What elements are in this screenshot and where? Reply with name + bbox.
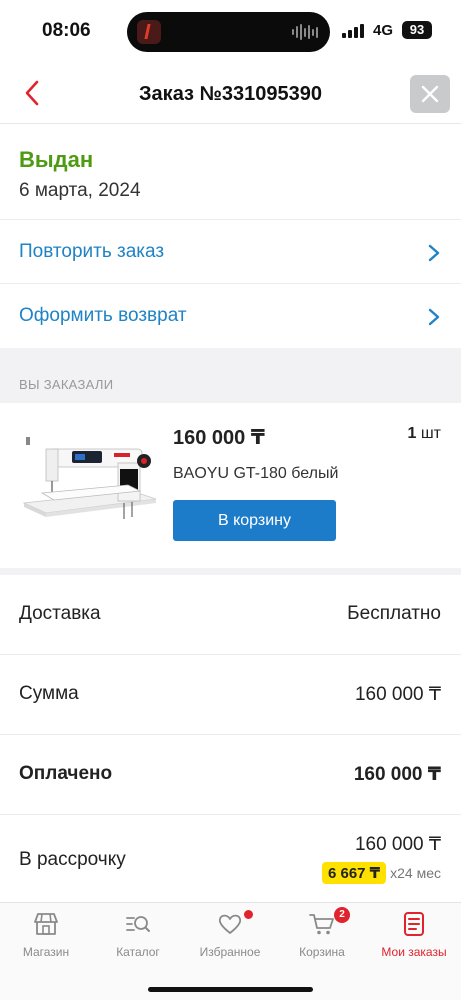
- heart-icon: [218, 914, 242, 934]
- status-time: 08:06: [42, 20, 91, 41]
- installment-term: х24 мес: [390, 865, 441, 881]
- nav-label-favorites: Избранное: [199, 945, 261, 959]
- quantity-unit: шт: [420, 425, 441, 442]
- repeat-order-row[interactable]: Повторить заказ: [0, 221, 461, 284]
- order-status-block: Выдан 6 марта, 2024: [0, 125, 461, 220]
- product-price: 160 000 ₸: [173, 427, 265, 449]
- nav-label-orders: Мои заказы: [381, 945, 447, 959]
- return-order-row[interactable]: Оформить возврат: [0, 285, 461, 348]
- nav-label-cart: Корзина: [299, 945, 345, 959]
- home-indicator: [148, 987, 313, 992]
- close-icon: [421, 85, 439, 103]
- paid-label: Оплачено: [19, 763, 113, 784]
- shop-icon: [34, 913, 58, 935]
- header: Заказ №331095390: [0, 62, 461, 124]
- quantity-number: 1: [407, 425, 417, 442]
- monthly-payment-badge: 6 667 ₸: [321, 862, 387, 884]
- installment-row: В рассрочку 160 000 ₸ 6 667 ₸ х24 мес: [0, 815, 461, 903]
- sum-value: 160 000 ₸: [354, 684, 441, 705]
- nav-label-catalog: Каталог: [116, 945, 160, 959]
- delivery-row: Доставка Бесплатно: [0, 575, 461, 655]
- favorites-dot-indicator: [244, 910, 253, 919]
- cart-icon: [309, 914, 334, 935]
- return-order-label: Оформить возврат: [19, 305, 187, 326]
- nav-item-shop[interactable]: Магазин: [0, 903, 92, 973]
- chevron-right-icon: [428, 308, 440, 326]
- sum-label: Сумма: [19, 683, 79, 704]
- bottom-nav: Магазин Каталог Избранное 2 Корзина Мои …: [0, 902, 461, 1000]
- product-quantity: 1 шт: [407, 425, 441, 443]
- repeat-order-label: Повторить заказ: [19, 241, 165, 262]
- delivery-label: Доставка: [19, 603, 101, 624]
- product-item: 160 000 ₸ 1 шт BAOYU GT-180 белый В корз…: [0, 403, 461, 568]
- product-name[interactable]: BAOYU GT-180 белый: [173, 465, 338, 483]
- network-type: 4G: [373, 22, 394, 39]
- status-bar: 08:06 4G 93: [0, 0, 461, 62]
- delivery-value: Бесплатно: [347, 603, 441, 624]
- paid-value: 160 000 ₸: [353, 764, 441, 785]
- catalog-icon: [126, 916, 150, 932]
- installment-monthly: 6 667 ₸ х24 мес: [321, 862, 441, 884]
- installment-label: В рассрочку: [19, 849, 126, 870]
- cart-count-badge: 2: [334, 907, 350, 923]
- battery-icon: 93: [402, 21, 432, 39]
- orders-icon: [404, 912, 424, 936]
- chevron-right-icon: [428, 244, 440, 262]
- close-button[interactable]: [410, 75, 450, 113]
- nav-item-orders[interactable]: Мои заказы: [368, 903, 460, 973]
- dynamic-island: [127, 12, 330, 52]
- audio-wave-icon: [292, 23, 318, 41]
- ordered-section-header: ВЫ ЗАКАЗАЛИ: [0, 348, 461, 403]
- sum-row: Сумма 160 000 ₸: [0, 655, 461, 735]
- nav-label-shop: Магазин: [22, 945, 70, 959]
- nav-item-favorites[interactable]: Избранное: [184, 903, 276, 973]
- product-image[interactable]: [20, 433, 160, 528]
- nav-item-cart[interactable]: 2 Корзина: [276, 903, 368, 973]
- signal-icon: [342, 24, 364, 38]
- divider: [0, 568, 461, 575]
- paid-row: Оплачено 160 000 ₸: [0, 735, 461, 815]
- installment-value: 160 000 ₸: [354, 834, 441, 855]
- order-status: Выдан: [19, 147, 94, 172]
- section-label: ВЫ ЗАКАЗАЛИ: [19, 377, 114, 392]
- add-to-cart-button[interactable]: В корзину: [173, 500, 336, 541]
- now-playing-icon: [137, 20, 161, 44]
- order-date: 6 марта, 2024: [19, 180, 141, 201]
- page-title: Заказ №331095390: [139, 83, 322, 105]
- nav-item-catalog[interactable]: Каталог: [92, 903, 184, 973]
